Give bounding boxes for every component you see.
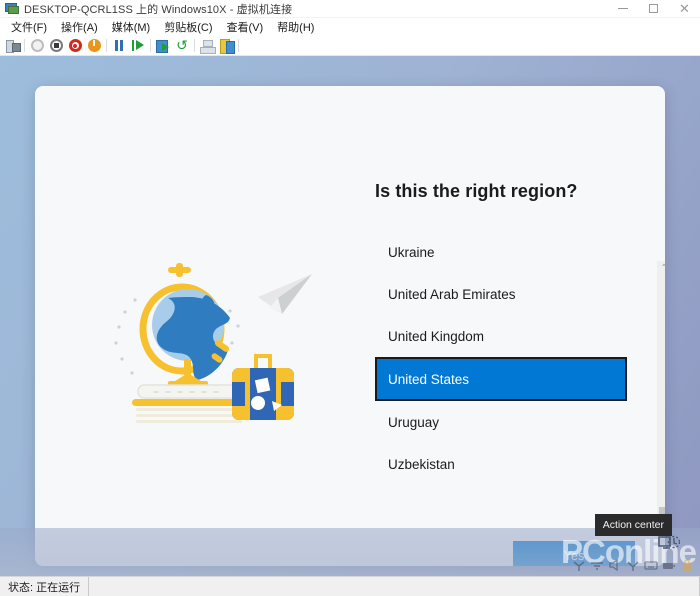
page-title: Is this the right region? xyxy=(375,181,578,201)
toolbar-separator-2 xyxy=(106,39,107,52)
toolbar-separator xyxy=(24,39,25,52)
turn-off-button[interactable] xyxy=(66,37,84,55)
volume-icon[interactable] xyxy=(608,558,622,572)
checkpoint-icon xyxy=(156,39,170,53)
virtual-machine-icon xyxy=(4,1,20,17)
status-text: 状态: 正在运行 xyxy=(0,576,90,596)
reset-icon xyxy=(87,39,101,52)
menu-action[interactable]: 操作(A) xyxy=(54,17,105,37)
menubar: 文件(F) 操作(A) 媒体(M) 剪贴板(C) 查看(V) 帮助(H) xyxy=(0,18,700,36)
menu-file[interactable]: 文件(F) xyxy=(4,17,54,37)
lock-icon[interactable] xyxy=(680,558,694,572)
action-center-tooltip: Action center xyxy=(594,514,672,536)
network-settings-button[interactable] xyxy=(198,37,216,55)
region-list-item[interactable]: United Kingdom xyxy=(375,315,635,357)
hyperv-vmconnect-window: DESKTOP-QCRL1SS 上的 Windows10X - 虚拟机连接 ✕ … xyxy=(0,0,700,596)
toolbar-separator-3 xyxy=(150,39,151,52)
vm-guest-viewport[interactable]: Is this the right region? Ukraine United… xyxy=(0,56,700,576)
revert-icon: ↺ xyxy=(176,37,188,54)
window-controls: ✕ xyxy=(607,0,700,18)
region-list-scrollbar[interactable]: ⌃ ⌄ xyxy=(657,261,665,543)
toolbar-separator-4 xyxy=(194,39,195,52)
statusbar: 状态: 正在运行 xyxy=(0,576,700,596)
network-icon[interactable] xyxy=(590,558,604,572)
pause-button[interactable] xyxy=(110,37,128,55)
accessibility-icon[interactable] xyxy=(572,558,586,572)
revert-button[interactable]: ↺ xyxy=(173,37,191,55)
region-list-item[interactable]: Uruguay xyxy=(375,401,635,443)
turn-off-icon xyxy=(68,39,82,52)
menu-help[interactable]: 帮助(H) xyxy=(270,17,321,37)
close-button[interactable]: ✕ xyxy=(669,0,700,18)
menu-view[interactable]: 查看(V) xyxy=(220,17,271,37)
window-titlebar: DESKTOP-QCRL1SS 上的 Windows10X - 虚拟机连接 ✕ xyxy=(0,0,700,18)
scroll-up-arrow-icon[interactable]: ⌃ xyxy=(657,261,665,275)
maximize-button[interactable] xyxy=(638,0,669,18)
input-icon[interactable] xyxy=(626,558,640,572)
menu-media[interactable]: 媒体(M) xyxy=(105,17,158,37)
enhanced-session-button[interactable] xyxy=(217,37,235,55)
region-list-item[interactable]: Ukraine xyxy=(375,231,635,273)
enhanced-session-icon xyxy=(219,39,235,54)
network-settings-icon xyxy=(200,39,216,54)
shutdown-button[interactable] xyxy=(47,37,65,55)
action-center-icon[interactable] xyxy=(658,534,681,554)
menu-clipboard[interactable]: 剪贴板(C) xyxy=(157,17,219,37)
guest-taskbar: PConline Action center xyxy=(0,514,700,576)
resume-icon xyxy=(131,40,145,51)
start-button[interactable] xyxy=(28,37,46,55)
oobe-region-card: Is this the right region? Ukraine United… xyxy=(35,86,665,566)
region-list-item[interactable]: Uzbekistan xyxy=(375,443,635,485)
checkpoint-button[interactable] xyxy=(154,37,172,55)
resume-button[interactable] xyxy=(129,37,147,55)
ctrl-alt-delete-icon xyxy=(5,38,21,53)
region-list[interactable]: Ukraine United Arab Emirates United King… xyxy=(375,231,635,516)
start-disabled-icon xyxy=(30,39,44,52)
region-list-item-selected[interactable]: United States xyxy=(375,357,627,401)
reset-button[interactable] xyxy=(85,37,103,55)
toolbar: ↺ xyxy=(0,36,700,56)
shutdown-icon xyxy=(49,39,63,52)
toolbar-separator-5 xyxy=(238,39,239,52)
window-title: DESKTOP-QCRL1SS 上的 Windows10X - 虚拟机连接 xyxy=(24,3,293,16)
region-list-item[interactable]: United Arab Emirates xyxy=(375,273,635,315)
battery-icon[interactable] xyxy=(662,558,676,572)
status-spacer xyxy=(89,576,700,596)
minimize-button[interactable] xyxy=(607,0,638,18)
ctrl-alt-delete-button[interactable] xyxy=(3,37,21,55)
keyboard-icon[interactable] xyxy=(644,558,658,572)
globe-books-suitcase-airplane-illustration xyxy=(110,251,330,426)
pause-icon xyxy=(114,40,125,51)
system-tray xyxy=(572,558,694,572)
